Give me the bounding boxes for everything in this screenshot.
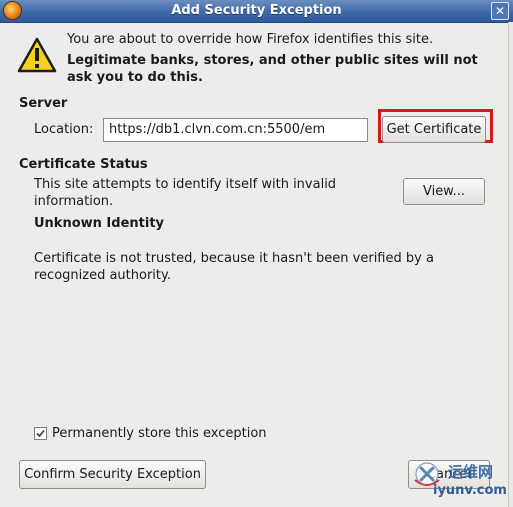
close-button[interactable]: ✕ bbox=[491, 2, 509, 20]
get-certificate-button[interactable]: Get Certificate bbox=[382, 116, 486, 143]
warning-icon bbox=[17, 37, 57, 73]
location-input[interactable]: https://db1.clvn.com.cn:5500/em bbox=[103, 118, 368, 142]
warning-line-3: ask you to do this. bbox=[67, 70, 203, 85]
server-heading: Server bbox=[19, 96, 68, 111]
detail-line-1: Certificate is not trusted, because it h… bbox=[34, 251, 434, 266]
warning-line-1: You are about to override how Firefox id… bbox=[67, 32, 434, 47]
status-line-1: This site attempts to identify itself wi… bbox=[34, 177, 337, 192]
detail-line-2: recognized authority. bbox=[34, 268, 171, 283]
background-window-edge bbox=[508, 22, 513, 507]
watermark-text-url: iyunv.com bbox=[433, 483, 507, 498]
confirm-security-exception-button[interactable]: Confirm Security Exception bbox=[19, 460, 206, 489]
watermark-text-cn: 运维网 bbox=[448, 463, 494, 481]
status-line-2: information. bbox=[34, 194, 114, 209]
window-title: Add Security Exception bbox=[171, 3, 342, 18]
view-button[interactable]: View... bbox=[403, 178, 485, 205]
get-certificate-label: Get Certificate bbox=[386, 122, 482, 137]
title-bar: Add Security Exception ✕ bbox=[0, 0, 513, 23]
permanent-store-checkbox[interactable] bbox=[34, 427, 47, 440]
unknown-identity-heading: Unknown Identity bbox=[34, 216, 165, 231]
location-label: Location: bbox=[34, 122, 94, 137]
certificate-status-heading: Certificate Status bbox=[19, 157, 148, 172]
checkmark-icon bbox=[36, 429, 45, 438]
warning-line-2: Legitimate banks, stores, and other publ… bbox=[67, 53, 478, 68]
permanent-store-label[interactable]: Permanently store this exception bbox=[52, 426, 267, 441]
